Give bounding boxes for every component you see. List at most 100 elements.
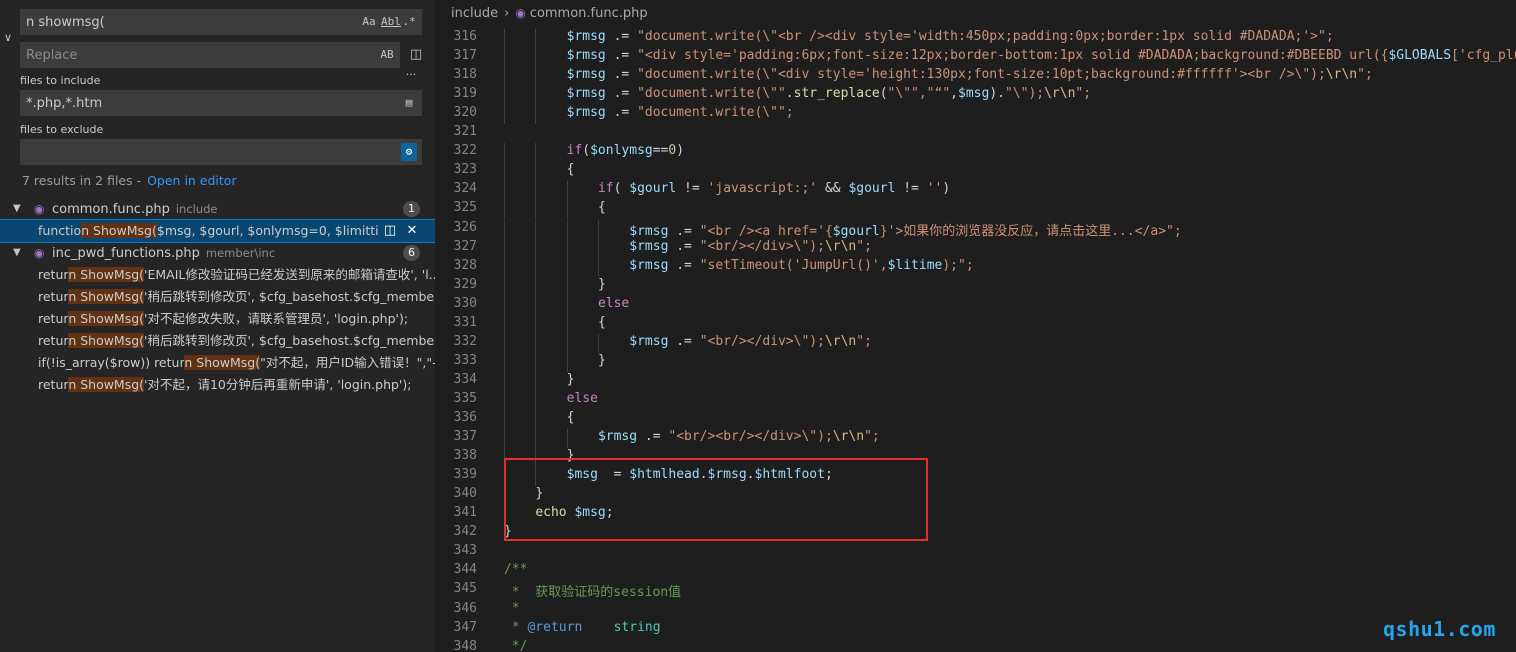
match-row[interactable]: return ShowMsg('EMAIL修改验证码已经发送到原来的邮箱请查收'… [0, 264, 435, 286]
indent-guide [535, 219, 537, 239]
code-line[interactable]: { [598, 315, 606, 330]
close-icon[interactable]: ✕ [404, 220, 420, 242]
code-line[interactable]: $rmsg .= "document.write(\"<br /><div st… [567, 29, 1334, 44]
match-whole-word-icon[interactable]: Abl [381, 13, 401, 31]
code-token: == [652, 143, 669, 159]
code-line[interactable]: /** [504, 562, 527, 577]
match-row[interactable]: return ShowMsg('对不起修改失败，请联系管理员', 'login.… [0, 308, 435, 330]
line-number: 331 [453, 314, 477, 330]
file-path: include [175, 202, 218, 216]
code-token: .= [668, 223, 700, 239]
code-line[interactable]: { [567, 410, 575, 425]
code-line[interactable]: */ [504, 639, 528, 652]
code-token: $gourl [832, 223, 880, 239]
match-highlight: n ShowMsg( [68, 333, 145, 348]
code-line[interactable]: * [504, 601, 520, 616]
search-input[interactable] [21, 10, 341, 34]
code-token: $rmsg [629, 238, 669, 254]
indent-guide [535, 352, 537, 372]
code-token: "document.write(\"<br /><div style='widt… [637, 29, 1334, 44]
indent-guide [535, 29, 537, 49]
code-line[interactable]: else [598, 296, 629, 311]
code-line[interactable]: } [567, 372, 575, 387]
match-count-badge: 6 [403, 245, 420, 261]
indent-guide [566, 257, 568, 277]
indent-guide [504, 352, 505, 372]
code-token: }'>如果你的浏览器没反应，请点击这里...</a>"; [879, 223, 1182, 239]
code-line[interactable]: * 获取验证码的session值 [504, 581, 681, 600]
indent-guide [504, 48, 505, 68]
match-highlight: n ShowMsg( [68, 377, 145, 392]
code-token: $rmsg [629, 257, 669, 273]
code-token: .= [605, 86, 638, 102]
replace-icon[interactable]: ◫ [382, 220, 398, 242]
toggle-search-details-icon[interactable]: ··· [402, 66, 420, 84]
code-line[interactable]: $rmsg .= "<div style='padding:6px;font-s… [567, 48, 1516, 63]
code-line[interactable]: $rmsg .= "<br/></div>\");\r\n"; [629, 239, 872, 254]
code-line[interactable]: { [567, 162, 575, 177]
code-line[interactable]: $rmsg .= "setTimeout('JumpUrl()',$litime… [629, 258, 973, 273]
code-line[interactable]: $rmsg .= "<br /><a href='{$gourl}'>如果你的浏… [629, 220, 1181, 239]
indent-guide [504, 429, 505, 449]
indent-guide [535, 371, 537, 391]
match-case-icon[interactable]: Aa [361, 13, 377, 31]
gear-icon[interactable]: ⚙ [401, 143, 417, 161]
line-number: 343 [453, 543, 477, 559]
code-line[interactable]: { [598, 200, 606, 215]
code-line[interactable]: } [598, 353, 606, 368]
code-line[interactable]: else [567, 391, 598, 406]
match-row[interactable]: return ShowMsg('对不起，请10分钟后再重新申请', 'login… [0, 374, 435, 396]
file-row-inc-pwd[interactable]: ▼ ◉ inc_pwd_functions.php member\inc 6 [0, 242, 435, 264]
file-row-common-func[interactable]: ▼ ◉ common.func.php include 1 [0, 198, 435, 220]
match-row[interactable]: function ShowMsg($msg, $gourl, $onlymsg=… [0, 219, 435, 243]
code-line[interactable]: if( $gourl != 'javascript:;' && $gourl !… [598, 181, 950, 196]
code-token: && [817, 181, 849, 197]
breadcrumb-file[interactable]: common.func.php [530, 6, 648, 21]
indent-guide [535, 410, 537, 430]
match-row[interactable]: if(!is_array($row)) return ShowMsg("对不起，… [0, 352, 435, 374]
indent-guide [504, 410, 505, 430]
indent-guide [504, 238, 505, 258]
match-row[interactable]: return ShowMsg('稍后跳转到修改页', $cfg_basehost… [0, 330, 435, 352]
code-token: if [566, 143, 583, 159]
match-suffix: '对不起，请10分钟后再重新申请', 'login.php'); [144, 377, 412, 392]
line-number: 326 [453, 219, 477, 235]
replace-all-icon[interactable]: ◫ [407, 46, 425, 64]
code-line[interactable]: $rmsg .= "<br/></div>\");\r\n"; [629, 334, 872, 349]
breadcrumb-folder[interactable]: include [451, 6, 498, 21]
indent-guide [504, 143, 505, 163]
indent-guide [504, 181, 505, 201]
code-line[interactable]: $rmsg .= "document.write(\"<div style='h… [567, 67, 1373, 82]
code-token: 'javascript:;' [707, 181, 818, 197]
code-token: "\"","“" [887, 86, 951, 102]
preserve-case-icon[interactable]: AB [379, 46, 395, 64]
exclude-label: files to exclude [20, 123, 104, 136]
match-prefix: retur [38, 289, 69, 304]
code-line[interactable]: if($onlymsg==0) [567, 143, 684, 158]
match-row[interactable]: return ShowMsg('稍后跳转到修改页', $cfg_basehost… [0, 286, 435, 308]
line-number: 348 [453, 638, 477, 652]
code-line[interactable]: * @return string [504, 620, 661, 635]
code-token: .= [668, 333, 700, 349]
code-editor[interactable]: include › ◉ common.func.php 316 $rmsg .= "do… [435, 0, 1516, 652]
chevron-down-icon[interactable]: ▼ [13, 198, 21, 220]
indent-guide [566, 429, 568, 449]
chevron-down-icon[interactable]: ▼ [13, 242, 21, 264]
match-suffix: $msg, $gourl, $onlymsg=0, $limittim... [156, 223, 378, 238]
match-suffix: "对不起，用户ID输入错误！","-1... [260, 355, 435, 370]
code-line[interactable]: $rmsg .= "document.write(\""; [567, 105, 794, 120]
open-in-editor-link[interactable]: Open in editor [147, 173, 237, 188]
line-number: 338 [453, 448, 477, 464]
code-line[interactable]: $rmsg .= "document.write(\"".str_replace… [567, 86, 1091, 101]
exclude-input[interactable] [21, 140, 341, 164]
code-token: "<div style='padding:6px;font-size:12px;… [637, 48, 1389, 64]
include-input[interactable] [21, 91, 341, 115]
code-line[interactable]: $rmsg .= "<br/><br/></div>\");\r\n"; [598, 429, 880, 444]
regex-icon[interactable]: .* [401, 13, 417, 31]
line-number: 335 [453, 390, 477, 406]
code-line[interactable]: } [598, 277, 606, 292]
book-icon[interactable]: ▤ [401, 94, 417, 112]
replace-input[interactable] [21, 43, 341, 67]
toggle-replace-chevron-icon[interactable]: ∨ [4, 32, 16, 44]
include-box: ▤ [20, 90, 422, 116]
